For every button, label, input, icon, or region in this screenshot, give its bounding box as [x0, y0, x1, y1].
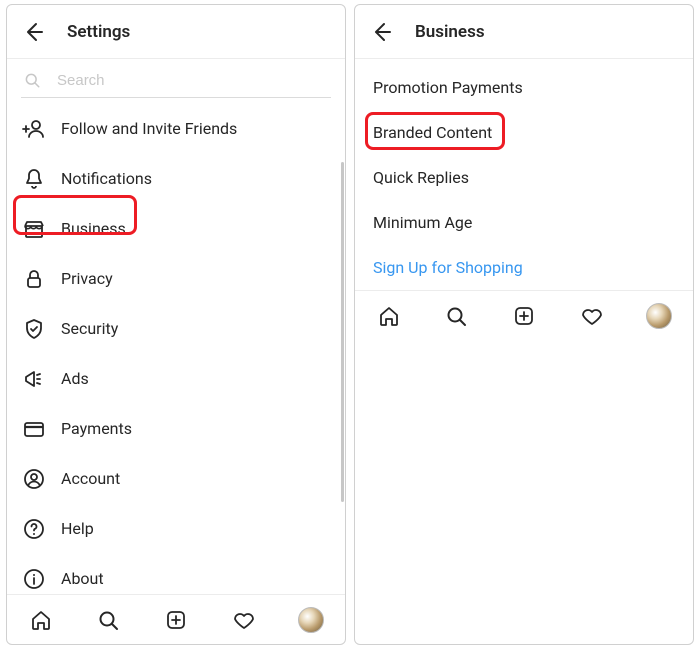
bottom-nav — [355, 290, 693, 340]
nav-home[interactable] — [376, 303, 402, 329]
info-circle-icon — [21, 566, 47, 592]
menu-item-account[interactable]: Account — [7, 454, 345, 504]
settings-screen: Settings Follow and Invite Friends Notif… — [6, 4, 346, 645]
business-header: Business — [355, 5, 693, 59]
menu-label: Privacy — [61, 269, 113, 289]
page-title: Business — [415, 22, 485, 42]
menu-label: Promotion Payments — [373, 78, 523, 97]
menu-label: Help — [61, 519, 94, 539]
nav-profile[interactable] — [646, 303, 672, 329]
add-square-icon — [512, 304, 536, 328]
menu-item-business[interactable]: Business — [7, 204, 345, 254]
menu-label: Branded Content — [373, 123, 492, 142]
menu-label: Security — [61, 319, 118, 339]
back-arrow-icon — [21, 20, 45, 44]
megaphone-icon — [21, 366, 47, 392]
menu-item-branded-content[interactable]: Branded Content — [355, 110, 693, 155]
menu-label: About — [61, 569, 104, 589]
nav-profile[interactable] — [298, 607, 324, 633]
nav-activity[interactable] — [579, 303, 605, 329]
menu-label: Sign Up for Shopping — [373, 258, 523, 277]
nav-activity[interactable] — [231, 607, 257, 633]
search-icon — [96, 608, 120, 632]
bottom-nav — [7, 594, 345, 644]
settings-header: Settings — [7, 5, 345, 59]
avatar-icon — [646, 303, 672, 329]
business-scroll: Promotion Payments Branded Content Quick… — [355, 59, 693, 644]
nav-add[interactable] — [163, 607, 189, 633]
heart-icon — [580, 304, 604, 328]
avatar-icon — [298, 607, 324, 633]
storefront-icon — [21, 216, 47, 242]
menu-item-quick-replies[interactable]: Quick Replies — [355, 155, 693, 200]
menu-item-minimum-age[interactable]: Minimum Age — [355, 200, 693, 245]
menu-label: Notifications — [61, 169, 152, 189]
business-menu: Promotion Payments Branded Content Quick… — [355, 59, 693, 290]
menu-item-help[interactable]: Help — [7, 504, 345, 554]
menu-item-security[interactable]: Security — [7, 304, 345, 354]
add-user-icon — [21, 116, 47, 142]
add-square-icon — [164, 608, 188, 632]
menu-item-privacy[interactable]: Privacy — [7, 254, 345, 304]
business-screen: Business Promotion Payments Branded Cont… — [354, 4, 694, 645]
search-input[interactable] — [57, 72, 331, 89]
search-icon — [444, 304, 468, 328]
card-icon — [21, 416, 47, 442]
search-icon — [23, 71, 41, 89]
menu-label: Ads — [61, 369, 89, 389]
page-title: Settings — [67, 22, 130, 42]
menu-label: Follow and Invite Friends — [61, 119, 237, 139]
nav-add[interactable] — [511, 303, 537, 329]
settings-scroll: Follow and Invite Friends Notifications … — [7, 98, 345, 594]
back-button[interactable] — [369, 20, 393, 44]
menu-item-promotion-payments[interactable]: Promotion Payments — [355, 65, 693, 110]
menu-label: Business — [61, 219, 126, 239]
nav-search[interactable] — [95, 607, 121, 633]
search-wrap — [7, 59, 345, 98]
menu-item-invite[interactable]: Follow and Invite Friends — [7, 104, 345, 154]
shield-icon — [21, 316, 47, 342]
menu-item-sign-up-shopping[interactable]: Sign Up for Shopping — [355, 245, 693, 290]
menu-item-about[interactable]: About — [7, 554, 345, 594]
nav-home[interactable] — [28, 607, 54, 633]
menu-item-ads[interactable]: Ads — [7, 354, 345, 404]
menu-label: Minimum Age — [373, 213, 472, 232]
bell-icon — [21, 166, 47, 192]
lock-icon — [21, 266, 47, 292]
home-icon — [377, 304, 401, 328]
menu-label: Quick Replies — [373, 168, 469, 187]
settings-menu: Follow and Invite Friends Notifications … — [7, 98, 345, 594]
menu-label: Payments — [61, 419, 132, 439]
menu-label: Account — [61, 469, 120, 489]
home-icon — [29, 608, 53, 632]
question-circle-icon — [21, 516, 47, 542]
person-circle-icon — [21, 466, 47, 492]
menu-item-notifications[interactable]: Notifications — [7, 154, 345, 204]
search-bar[interactable] — [21, 65, 331, 98]
menu-item-payments[interactable]: Payments — [7, 404, 345, 454]
back-button[interactable] — [21, 20, 45, 44]
nav-search[interactable] — [443, 303, 469, 329]
heart-icon — [232, 608, 256, 632]
back-arrow-icon — [369, 20, 393, 44]
